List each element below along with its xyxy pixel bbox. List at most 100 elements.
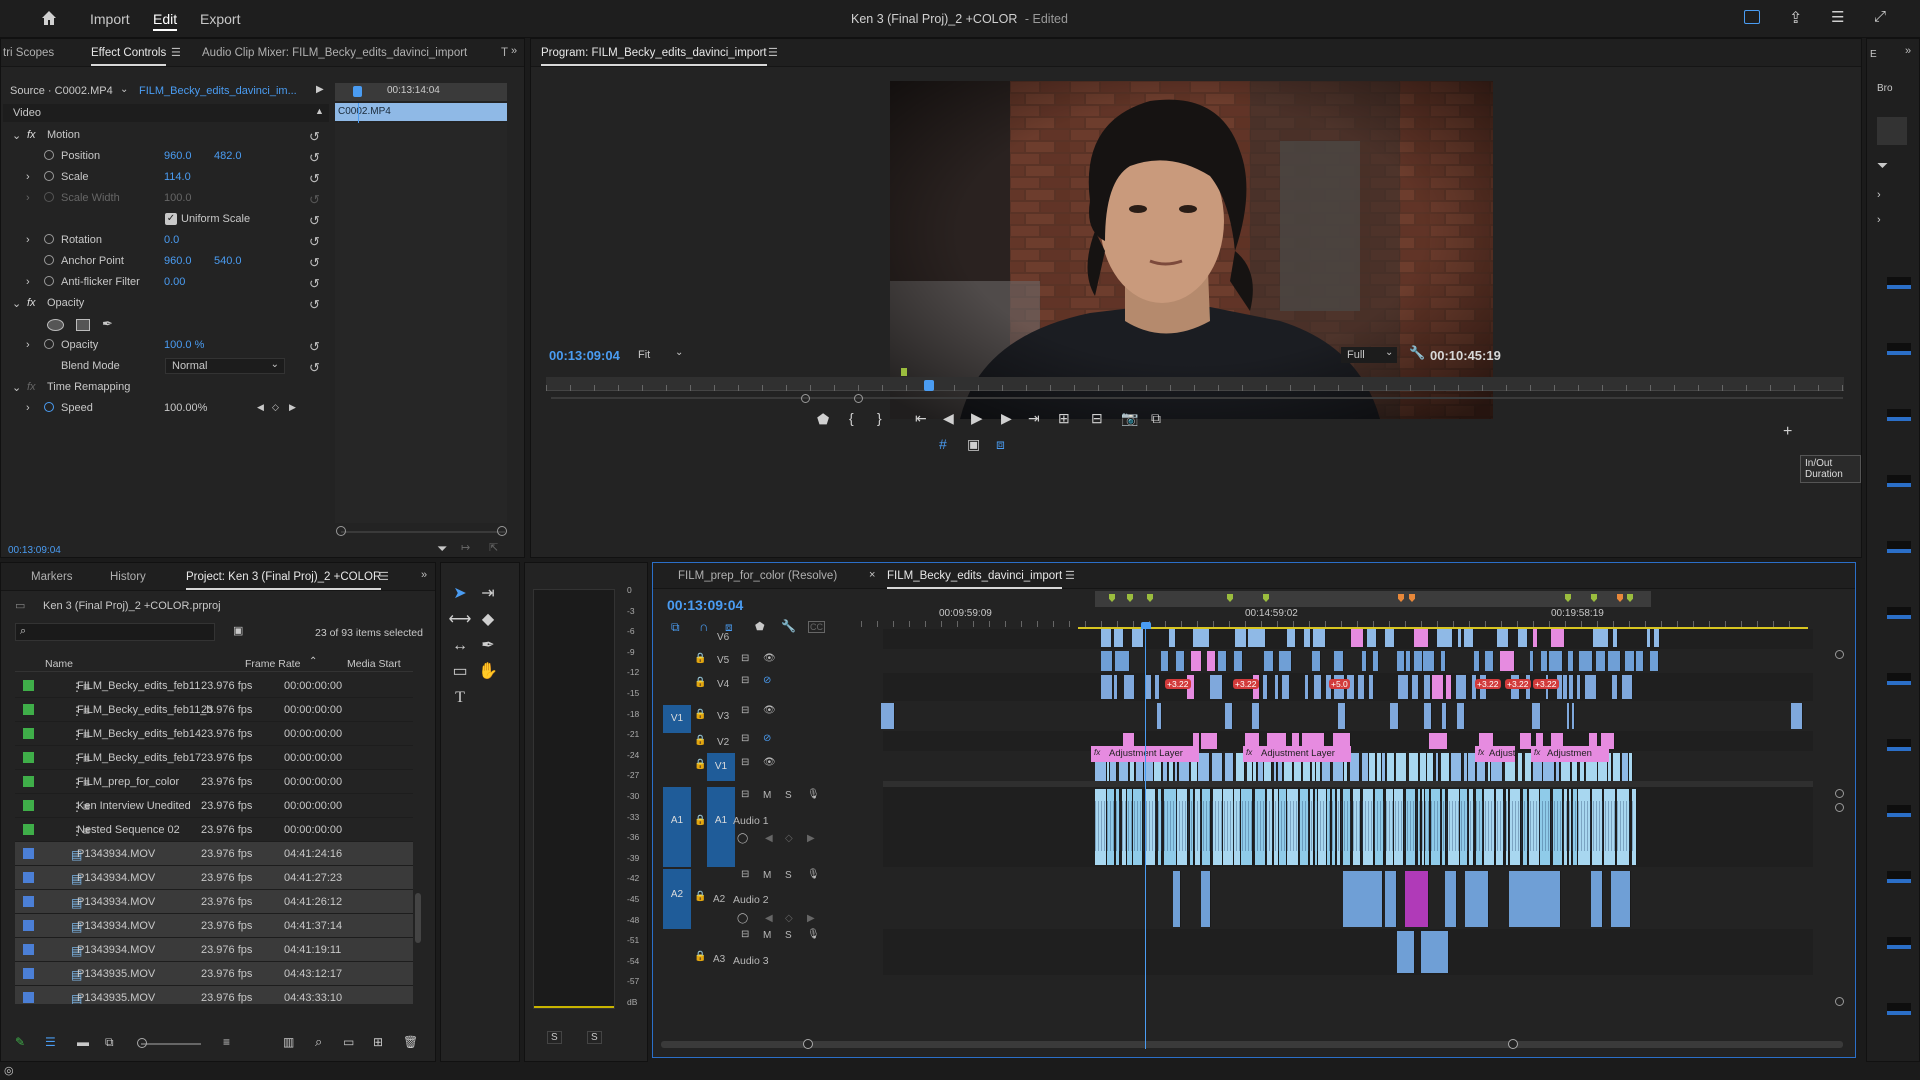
list-item[interactable]: ⋮≡ Nested Sequence 02 23.976 fps 00:00:00:0… (15, 818, 413, 842)
list-item[interactable]: ⋮≡ FILM_Becky_edits_feb11_b 23.976 fps 00:0… (15, 698, 413, 722)
timeline-clip[interactable] (1264, 651, 1274, 671)
reset-icon[interactable]: ↺ (309, 255, 320, 271)
timeline-clip[interactable] (1457, 703, 1465, 729)
timeline-clip[interactable] (1593, 629, 1609, 647)
audio-clip[interactable] (1540, 789, 1552, 865)
step-back-icon[interactable]: ◀︎ (943, 410, 954, 427)
timeline-timecode[interactable]: 00:13:09:04 (667, 597, 743, 613)
timeline-clip[interactable] (1595, 651, 1606, 671)
timeline-clip[interactable] (1191, 651, 1203, 671)
timeline-clip[interactable] (1367, 629, 1378, 647)
timeline-clip[interactable] (1114, 675, 1118, 699)
expand-icon[interactable]: ⌄ (12, 381, 21, 394)
stopwatch-icon[interactable] (44, 150, 54, 160)
timeline-clip[interactable] (1361, 753, 1369, 781)
timeline-clip[interactable] (1532, 629, 1539, 647)
timeline-clip[interactable] (1384, 629, 1395, 647)
source-label[interactable]: Source · C0002.MP4 (10, 85, 113, 97)
audio-clip[interactable] (1222, 789, 1234, 865)
chevron-right-icon[interactable]: › (1877, 189, 1881, 201)
speed-value[interactable]: 100.00% (164, 402, 207, 414)
timeline-clip[interactable] (1390, 703, 1399, 729)
blend-mode-select[interactable]: Normal ⌄ (165, 358, 285, 374)
expand-icon[interactable]: ⌄ (12, 129, 21, 142)
collapse-icon[interactable]: ▲ (315, 106, 324, 116)
label-color-swatch[interactable] (23, 992, 34, 1003)
tab-program[interactable]: Program: FILM_Becky_edits_davinci_import (541, 47, 767, 66)
step-forward-icon[interactable]: ▶︎ (1001, 410, 1012, 427)
scroll-handle-icon[interactable] (336, 526, 346, 536)
filter-icon[interactable]: ⏷ (1877, 157, 1888, 174)
tab-markers[interactable]: Markers (31, 571, 73, 583)
audio-clip[interactable] (1352, 789, 1362, 865)
scale-value[interactable]: 114.0 (164, 171, 191, 183)
mark-in-icon[interactable]: { (849, 410, 854, 426)
stopwatch-icon[interactable] (44, 192, 54, 202)
audio-clip[interactable] (1107, 789, 1115, 865)
list-item[interactable]: ⋮≡ Ken Interview Unedited 23.976 fps 00:00:… (15, 794, 413, 818)
label-color-swatch[interactable] (23, 752, 34, 763)
timeline-clip[interactable] (1411, 675, 1420, 699)
list-item[interactable]: ⋮≡ FILM_prep_for_color 23.976 fps 00:00:00:… (15, 770, 413, 794)
timeline-clip[interactable] (1613, 753, 1622, 781)
sort-asc-icon[interactable]: ⌃ (309, 656, 317, 667)
audio-clip[interactable] (1287, 789, 1299, 865)
adjustment-layer-clip[interactable]: fx Adjustmen (1531, 746, 1609, 762)
quality-select[interactable]: Full ⌄ (1341, 347, 1397, 363)
adjustment-layer-clip[interactable]: fx Adjustment Layer (1243, 746, 1351, 762)
zoom-slider[interactable] (141, 1043, 201, 1045)
timeline-clip[interactable] (1251, 703, 1261, 729)
motion-row[interactable]: ⌄ fx Motion ↺ (1, 125, 331, 146)
audio-clip[interactable] (1189, 789, 1195, 865)
timeline-clip[interactable] (1198, 753, 1211, 781)
tab-history[interactable]: History (110, 571, 146, 583)
timeline-clip[interactable] (1157, 703, 1162, 729)
timeline-clip[interactable] (1568, 675, 1575, 699)
expand-icon[interactable]: › (26, 234, 30, 246)
timeline-clip[interactable] (1235, 629, 1247, 647)
timeline-clip[interactable] (1334, 651, 1344, 671)
grid-icon[interactable]: # (939, 436, 947, 452)
timeline-clip[interactable] (1279, 651, 1292, 671)
hand-tool-icon[interactable]: ✋ (475, 659, 501, 685)
program-zoom-bar[interactable] (551, 397, 1843, 399)
expand-icon[interactable]: › (26, 171, 30, 183)
fx-icon[interactable]: fx (27, 129, 36, 141)
scroll-handle-icon[interactable] (1835, 803, 1844, 812)
audio-clip[interactable] (1343, 871, 1383, 927)
audio-clip[interactable] (1465, 871, 1489, 927)
tab-effect-controls[interactable]: Effect Controls (91, 47, 167, 66)
list-item[interactable]: ▤ P1343934.MOV 23.976 fps 04:41:24:16 (15, 842, 413, 866)
tab-scopes[interactable]: tri Scopes (3, 47, 54, 59)
reset-icon[interactable]: ↺ (309, 297, 320, 313)
freeform-view-icon[interactable]: ⧉ (105, 1035, 114, 1050)
timeline-clip[interactable] (1629, 753, 1633, 781)
type-tool-icon[interactable]: T (447, 685, 473, 711)
timeline-clip[interactable] (1145, 675, 1152, 699)
audio-clip[interactable] (1095, 789, 1108, 865)
tab-sequence-prep[interactable]: FILM_prep_for_color (Resolve) (678, 570, 837, 582)
timeline-clip[interactable] (1455, 675, 1468, 699)
timeline-clip[interactable] (1369, 675, 1375, 699)
timeline-clip[interactable] (1654, 629, 1660, 647)
rotation-value[interactable]: 0.0 (164, 234, 179, 246)
timeline-clip[interactable] (1646, 629, 1651, 647)
zoom-handle-icon[interactable] (803, 1039, 813, 1049)
ec-scrollbar[interactable] (341, 531, 505, 533)
timeline-clip[interactable] (1613, 629, 1619, 647)
reset-icon[interactable]: ↺ (309, 150, 320, 166)
audio-clip[interactable] (1309, 789, 1315, 865)
new-item-icon[interactable]: ⊞ (373, 1035, 383, 1049)
timeline-clip[interactable] (1529, 651, 1535, 671)
timeline-clip[interactable] (1413, 651, 1423, 671)
export-frame-icon[interactable]: ⇱ (489, 541, 498, 554)
timeline-clip[interactable] (1397, 651, 1406, 671)
tab-sequence-becky[interactable]: FILM_Becky_edits_davinci_import (887, 570, 1063, 589)
audio-clip[interactable] (1572, 789, 1578, 865)
label-color-swatch[interactable] (23, 824, 34, 835)
audio-clip[interactable] (1195, 789, 1201, 865)
timeline-clip[interactable] (1473, 651, 1481, 671)
panel-menu-icon[interactable]: ☰ (171, 46, 181, 59)
label-color-swatch[interactable] (23, 968, 34, 979)
label-color-swatch[interactable] (23, 800, 34, 811)
